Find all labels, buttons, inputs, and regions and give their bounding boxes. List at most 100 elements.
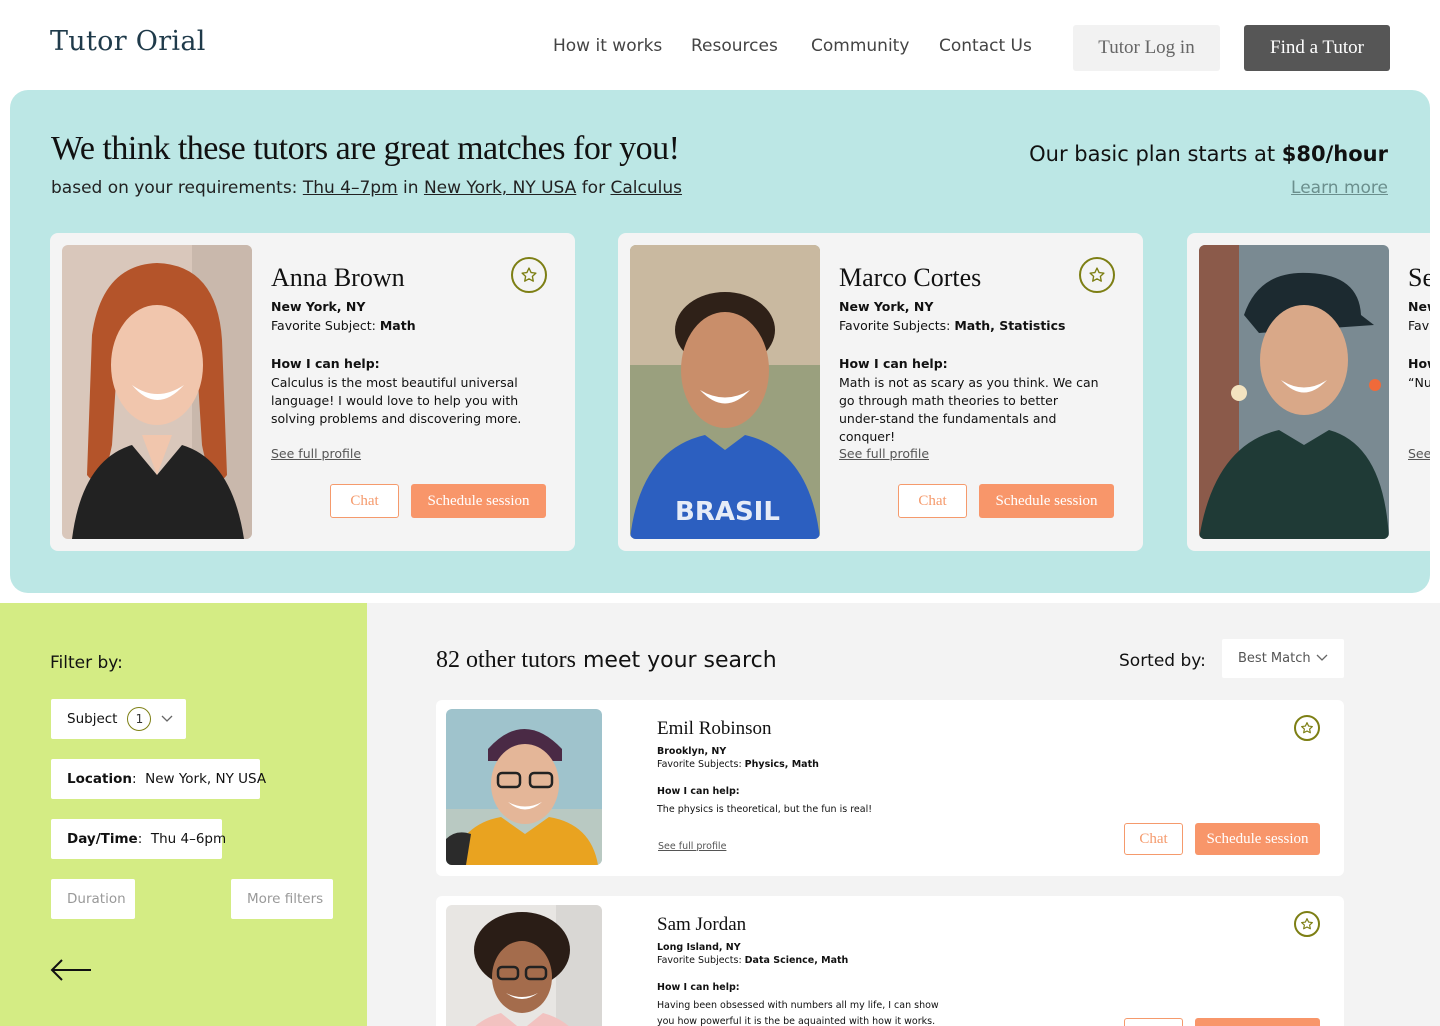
day-time-filter-value: Thu 4–6pm (150, 831, 227, 847)
tutor-name: Marco Cortes (839, 263, 982, 292)
chat-button[interactable]: Chat (898, 484, 967, 518)
requirements-in: in (397, 178, 424, 198)
find-tutor-button[interactable]: Find a Tutor (1244, 25, 1390, 71)
tutor-location: New (1408, 299, 1430, 314)
day-time-filter-key: Day/Time (67, 831, 138, 847)
tutor-name: Anna Brown (271, 263, 405, 292)
subjects-label: Favorite Subjects: (839, 318, 955, 333)
help-text: Calculus is the most beautiful universal… (271, 375, 522, 426)
requirements-for: for (576, 178, 611, 198)
nav-contact-us[interactable]: Contact Us (939, 36, 1032, 56)
requirement-location-link[interactable]: New York, NY USA (424, 178, 576, 198)
requirements-prefix: based on your requirements: (51, 178, 303, 198)
tutor-photo[interactable] (62, 245, 252, 539)
help-heading: How I can help: (657, 786, 740, 797)
location-filter-key: Location (67, 771, 132, 787)
tutor-photo[interactable] (446, 905, 602, 1026)
results-count-suffix: meet your search (575, 648, 777, 673)
tutor-name: Emil Robinson (657, 718, 772, 739)
help-heading: How I can help: (839, 356, 948, 371)
subjects-label: Favorite Subjects: (657, 955, 745, 966)
see-full-profile-link[interactable]: See (1408, 446, 1430, 461)
schedule-session-button[interactable]: Schedule session (411, 484, 546, 518)
help-heading: How (1408, 356, 1430, 371)
location-filter[interactable]: Location: New York, NY USA (51, 759, 266, 799)
tutor-subjects: Fav (1408, 318, 1430, 333)
subjects-label: Favorite Subjects: (657, 759, 745, 770)
location-filter-value: New York, NY USA (145, 771, 267, 787)
schedule-session-button[interactable] (1195, 1018, 1320, 1026)
nav-community[interactable]: Community (811, 36, 909, 56)
tutor-location: New York, NY (839, 299, 934, 314)
favorite-star-icon[interactable] (1079, 257, 1115, 293)
plan-price: $80/hour (1281, 142, 1388, 166)
chat-button[interactable]: Chat (330, 484, 399, 518)
requirements-summary: based on your requirements: Thu 4–7pm in… (51, 178, 682, 198)
day-time-filter[interactable]: Day/Time: Thu 4–6pm (51, 819, 226, 859)
see-full-profile-link[interactable]: See full profile (658, 841, 726, 852)
requirement-subject-link[interactable]: Calculus (610, 178, 682, 198)
tutor-name: Se (1408, 263, 1430, 292)
tutor-photo[interactable] (1199, 245, 1389, 539)
help-heading: How I can help: (657, 982, 740, 993)
results-count-title: 82 other tutors meet your search (436, 647, 777, 674)
plan-price-text: Our basic plan starts at $80/hour (1029, 142, 1388, 166)
filter-colon: : (131, 771, 146, 787)
tutor-subjects: Favorite Subject: Math (271, 318, 416, 333)
help-heading: How I can help: (271, 356, 380, 371)
filter-by-label: Filter by: (50, 653, 123, 673)
subject-filter-label: Subject (67, 711, 118, 727)
plan-prefix: Our basic plan starts at (1029, 142, 1282, 166)
tutor-location: Brooklyn, NY (657, 746, 727, 757)
results-count: 82 other tutors (436, 647, 576, 673)
subjects-label: Favorite Subject: (271, 318, 380, 333)
sorted-by-label: Sorted by: (1119, 651, 1206, 671)
help-text: Having been obsessed with numbers all my… (657, 1000, 939, 1026)
tutor-login-button[interactable]: Tutor Log in (1073, 25, 1220, 71)
tutor-subjects: Favorite Subjects: Math, Statistics (839, 318, 1065, 333)
favorite-star-icon[interactable] (1294, 911, 1320, 937)
see-full-profile-link[interactable]: See full profile (271, 446, 361, 461)
duration-filter[interactable]: Duration (51, 879, 135, 919)
featured-tutor-card: Anna Brown New York, NY Favorite Subject… (50, 233, 575, 551)
learn-more-link[interactable]: Learn more (1291, 178, 1388, 198)
filter-sidebar: Filter by: Subject 1 Location: New York,… (0, 603, 367, 1026)
nav-resources[interactable]: Resources (691, 36, 778, 56)
site-header: Tutor Orial How it works Resources Commu… (0, 0, 1440, 90)
tutor-photo[interactable] (446, 709, 602, 865)
help-text: “Nu (1408, 375, 1430, 390)
favorite-star-icon[interactable] (511, 257, 547, 293)
chat-button[interactable]: Chat (1124, 823, 1183, 855)
more-filters-button[interactable]: More filters (231, 879, 333, 919)
schedule-session-button[interactable]: Schedule session (1195, 823, 1320, 855)
svg-text:BRASIL: BRASIL (675, 497, 780, 527)
logo[interactable]: Tutor Orial (50, 26, 206, 57)
subject-count-badge: 1 (127, 707, 152, 731)
requirement-time-link[interactable]: Thu 4–7pm (303, 178, 398, 198)
tutor-subjects: Favorite Subjects: Physics, Math (657, 759, 819, 770)
tutor-photo[interactable]: BRASIL (630, 245, 820, 539)
sort-value: Best Match (1238, 651, 1311, 666)
help-text: The physics is theoretical, but the fun … (657, 804, 873, 815)
see-full-profile-link[interactable]: See full profile (839, 446, 929, 461)
schedule-session-button[interactable]: Schedule session (979, 484, 1114, 518)
sort-dropdown[interactable]: Best Match (1222, 639, 1344, 678)
chevron-down-icon (1316, 654, 1328, 661)
featured-tutor-card: BRASIL Marco Cortes New York, NY Favorit… (618, 233, 1143, 551)
subject-filter[interactable]: Subject 1 (51, 699, 186, 739)
hero-title: We think these tutors are great matches … (51, 130, 680, 167)
tutor-subjects: Favorite Subjects: Data Science, Math (657, 955, 848, 966)
tutor-list-item: Emil Robinson Brooklyn, NY Favorite Subj… (436, 700, 1344, 876)
tutor-location: Long Island, NY (657, 942, 741, 953)
favorite-star-icon[interactable] (1294, 715, 1320, 741)
tutor-list-item: Sam Jordan Long Island, NY Favorite Subj… (436, 896, 1344, 1026)
subjects-value: Physics, Math (744, 759, 819, 770)
recommended-section: We think these tutors are great matches … (10, 90, 1430, 593)
chat-button[interactable] (1124, 1018, 1183, 1026)
chevron-down-icon (162, 715, 173, 722)
subjects-value: Data Science, Math (744, 955, 849, 966)
back-arrow-icon[interactable] (50, 958, 92, 986)
subjects-value: Math, Statistics (954, 318, 1066, 333)
nav-how-it-works[interactable]: How it works (553, 36, 662, 56)
tutor-name: Sam Jordan (657, 914, 747, 935)
